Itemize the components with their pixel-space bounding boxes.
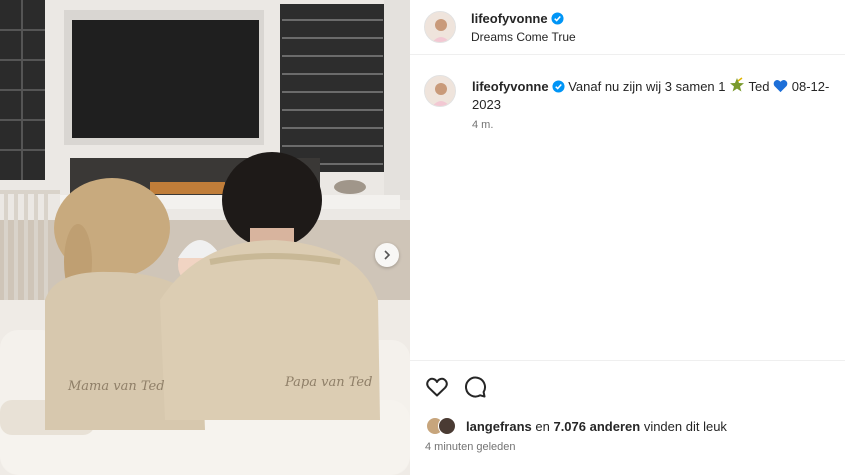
post-header: lifeofyvonne Dreams Come True xyxy=(410,0,845,55)
star-icon xyxy=(730,77,745,92)
likes-suffix: vinden dit leuk xyxy=(643,418,727,434)
photo-scene: Mama van Ted Papa van Ted xyxy=(0,0,410,475)
profile-picture xyxy=(425,12,455,42)
verified-badge-icon xyxy=(551,12,564,25)
next-photo-button[interactable] xyxy=(375,243,399,267)
post-actions: langefrans en 7.076 anderen vinden dit l… xyxy=(410,360,845,475)
caption-body-1: Vanaf nu zijn wij 3 samen 1 xyxy=(568,79,726,94)
blue-heart-icon xyxy=(773,80,788,93)
chevron-right-icon xyxy=(384,250,391,260)
liker-username[interactable]: langefrans xyxy=(466,419,532,434)
embroidery-left: Mama van Ted xyxy=(67,379,165,394)
heart-icon[interactable] xyxy=(425,375,449,399)
post-details-panel: lifeofyvonne Dreams Come True lifeofyvon… xyxy=(410,0,845,475)
liker-avatars[interactable] xyxy=(426,416,458,436)
profile-picture xyxy=(425,76,455,106)
avatar[interactable] xyxy=(424,11,456,43)
likes-connector: en xyxy=(535,418,550,434)
header-subtitle[interactable]: Dreams Come True xyxy=(471,30,576,44)
verified-badge-icon xyxy=(552,80,565,93)
likes-summary: langefrans en 7.076 anderen vinden dit l… xyxy=(426,415,727,437)
caption-text: lifeofyvonne Vanaf nu zijn wij 3 samen 1… xyxy=(472,77,842,114)
caption-avatar[interactable] xyxy=(424,75,456,107)
header-username[interactable]: lifeofyvonne xyxy=(471,11,564,26)
username-text[interactable]: lifeofyvonne xyxy=(471,11,548,26)
caption-body-2: Ted xyxy=(748,79,770,94)
post-photo[interactable]: Mama van Ted Papa van Ted xyxy=(0,0,410,475)
likes-count[interactable]: 7.076 anderen xyxy=(553,419,640,434)
embroidery-right: Papa van Ted xyxy=(284,375,372,390)
caption-username[interactable]: lifeofyvonne xyxy=(472,79,549,94)
comment-icon[interactable] xyxy=(463,375,487,399)
post-timestamp[interactable]: 4 minuten geleden xyxy=(425,441,516,453)
liker-avatar xyxy=(438,417,456,435)
caption-timestamp[interactable]: 4 m. xyxy=(472,119,493,131)
